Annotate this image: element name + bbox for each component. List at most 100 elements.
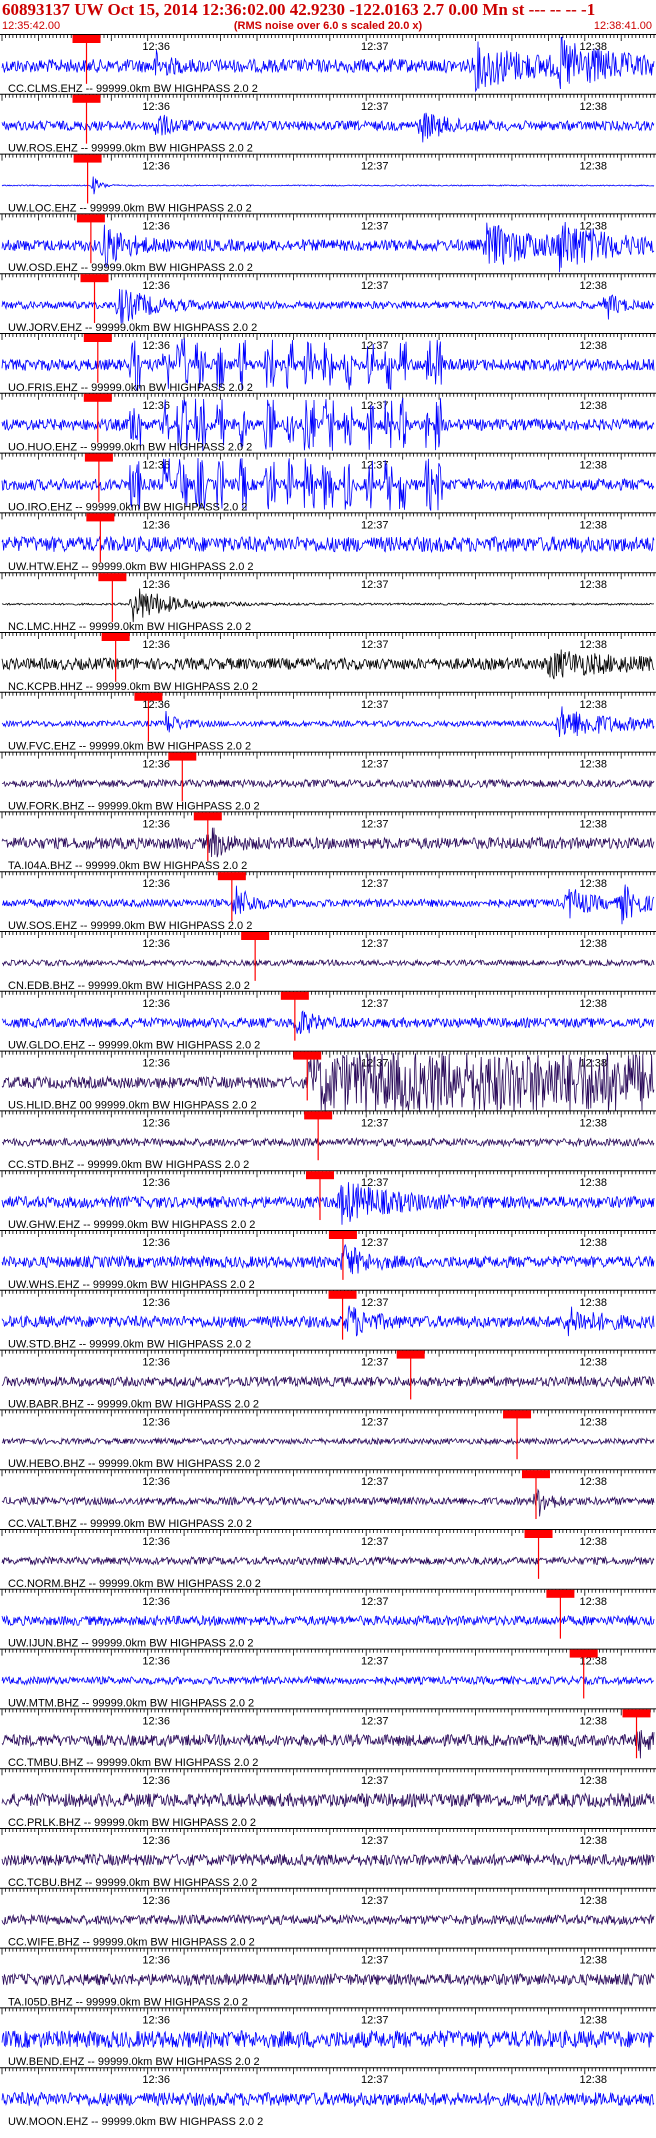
pick-flag	[241, 932, 270, 940]
trace-25: 12:36 12:37 12:38 CC.NORM.BHZ -- 99999.0km …	[0, 1529, 656, 1590]
end-time: 12:38:41.00	[593, 20, 652, 32]
pick-flag	[73, 154, 102, 163]
waveform	[1, 1488, 655, 1517]
pick-flag	[622, 1709, 651, 1718]
minute-label: 12:36	[142, 1117, 170, 1129]
minute-label: 12:38	[580, 998, 608, 1010]
minute-label: 12:37	[361, 1357, 389, 1369]
tick-marks	[1, 1409, 655, 1417]
minute-label: 12:37	[361, 1297, 389, 1309]
minute-label: 12:37	[361, 1775, 389, 1787]
station-label: UW.GHW.EHZ -- 99999.0km BW HIGHPASS 2.0 …	[8, 1219, 255, 1231]
waveform	[1, 1913, 655, 1926]
trace-12: 12:36 12:37 12:38 UW.FORK.BHZ -- 99999.0km …	[0, 751, 656, 812]
minute-label: 12:37	[361, 1177, 389, 1189]
pick-flag	[101, 633, 130, 641]
minute-label: 12:37	[361, 2014, 389, 2026]
minute-label: 12:37	[361, 579, 389, 591]
station-label: CN.EDB.BHZ -- 99999.0km BW HIGHPASS 2.0 …	[8, 980, 250, 992]
minute-label: 12:38	[580, 1775, 608, 1787]
waveform	[1, 706, 655, 738]
pick-flag	[305, 1171, 334, 1180]
station-label: TA.I04A.BHZ -- 99999.0km BW HIGHPASS 2.0…	[8, 860, 247, 872]
minute-label: 12:36	[142, 2014, 170, 2026]
minute-label: 12:38	[580, 161, 608, 173]
trace-18: 12:36 12:37 12:38 CC.STD.BHZ -- 99999.0km B…	[0, 1110, 656, 1171]
waveform	[1, 1137, 655, 1148]
minute-label: 12:36	[142, 1955, 170, 1967]
waveform	[1, 1675, 655, 1686]
minute-label: 12:36	[142, 1237, 170, 1249]
tick-marks	[1, 1290, 655, 1297]
minute-label: 12:38	[580, 1955, 608, 1967]
waveform	[1, 1852, 655, 1867]
station-label: TA.I05D.BHZ -- 99999.0km BW HIGHPASS 2.0…	[8, 1996, 248, 2008]
pick-flag	[193, 812, 222, 821]
station-label: UW.GLDO.EHZ -- 99999.0km BW HIGHPASS 2.0…	[8, 1040, 260, 1052]
minute-label: 12:37	[361, 1955, 389, 1967]
pick-flag	[83, 334, 112, 342]
waveform	[1, 112, 655, 143]
minute-label: 12:36	[142, 1775, 170, 1787]
pick-flag	[328, 1231, 357, 1239]
station-label: UW.JORV.EHZ -- 99999.0km BW HIGHPASS 2.0…	[8, 322, 257, 334]
tick-marks	[1, 2067, 655, 2075]
seismogram-plot: 12:36 12:37 12:38 CC.CLMS.EHZ -- 99999.0km …	[0, 34, 656, 2128]
tick-marks	[1, 1529, 655, 1536]
waveform	[1, 1010, 655, 1034]
minute-label: 12:36	[142, 1895, 170, 1907]
minute-label: 12:36	[142, 161, 170, 173]
station-label: UW.MTM.BHZ -- 99999.0km BW HIGHPASS 2.0 …	[8, 1697, 254, 1709]
pick-flag	[569, 1649, 598, 1658]
minute-label: 12:38	[580, 759, 608, 771]
pick-flag	[280, 991, 309, 1000]
minute-label: 12:38	[580, 1416, 608, 1428]
pick-flag	[503, 1410, 532, 1419]
waveform	[1, 1243, 655, 1275]
minute-label: 12:37	[361, 639, 389, 651]
minute-label: 12:37	[361, 818, 389, 830]
pick-flag	[84, 453, 113, 462]
minute-label: 12:37	[361, 1895, 389, 1907]
tick-marks	[1, 752, 655, 759]
minute-label: 12:38	[580, 1357, 608, 1369]
station-label: CC.WIFE.BHZ -- 99999.0km BW HIGHPASS 2.0…	[8, 1937, 255, 1949]
minute-label: 12:36	[142, 759, 170, 771]
waveform	[1, 2091, 655, 2108]
tick-marks	[1, 871, 655, 879]
trace-6: 12:36 12:37 12:38UO.HUO.EHZ -- 99999.0km B…	[0, 392, 656, 454]
event-title: 60893137 UW Oct 15, 2014 12:36:02.00 42.…	[2, 0, 596, 19]
minute-label: 12:36	[142, 2074, 170, 2086]
station-label: CC.CLMS.EHZ -- 99999.0km BW HIGHPASS 2.0…	[8, 83, 258, 95]
station-label: CC.TCBU.BHZ -- 99999.0km BW HIGHPASS 2.0…	[8, 1877, 257, 1889]
station-label: CC.PRLK.BHZ -- 99999.0km BW HIGHPASS 2.0…	[8, 1817, 256, 1829]
waveform	[1, 1555, 655, 1567]
tick-marks	[1, 1230, 655, 1237]
station-label: UW.FVC.EHZ -- 99999.0km BW HIGHPASS 2.0 …	[8, 741, 251, 753]
tick-marks	[1, 1051, 655, 1058]
minute-label: 12:37	[361, 998, 389, 1010]
minute-label: 12:37	[361, 101, 389, 113]
minute-label: 12:36	[142, 639, 170, 651]
trace-26: 12:36 12:37 12:38 UW.IJUN.BHZ -- 99999.0km …	[0, 1588, 656, 1650]
minute-label: 12:38	[580, 41, 608, 53]
minute-label: 12:37	[361, 220, 389, 232]
waveform	[1, 288, 655, 324]
trace-27: 12:36 12:37 12:38UW.MTM.BHZ -- 99999.0km B…	[0, 1648, 656, 1709]
waveform	[1, 778, 655, 789]
minute-label: 12:38	[580, 1715, 608, 1727]
trace-15: 12:36 12:37 12:38 CN.EDB.BHZ -- 99999.0km B…	[0, 931, 656, 992]
station-label: CC.NORM.BHZ -- 99999.0km BW HIGHPASS 2.0…	[8, 1578, 261, 1590]
station-label: NC.KCPB.HHZ -- 99999.0km BW HIGHPASS 2.0…	[8, 681, 258, 693]
tick-marks	[1, 991, 655, 998]
minute-label: 12:36	[142, 101, 170, 113]
trace-28: 12:36 12:37 12:38 CC.TMBU.BHZ -- 99999.0km …	[0, 1708, 656, 1769]
trace-14: 12:36 12:37 12:38 UW.SOS.EHZ -- 99999.0km B…	[0, 871, 656, 932]
trace-34: 12:36 12:37 12:38 UW.MOON.EHZ -- 99999.0km …	[0, 2067, 656, 2128]
minute-label: 12:36	[142, 1656, 170, 1668]
pick-flag	[83, 393, 112, 402]
minute-label: 12:36	[142, 1357, 170, 1369]
waveform	[1, 1972, 655, 1987]
minute-label: 12:38	[580, 878, 608, 890]
waveform	[1, 1614, 655, 1627]
